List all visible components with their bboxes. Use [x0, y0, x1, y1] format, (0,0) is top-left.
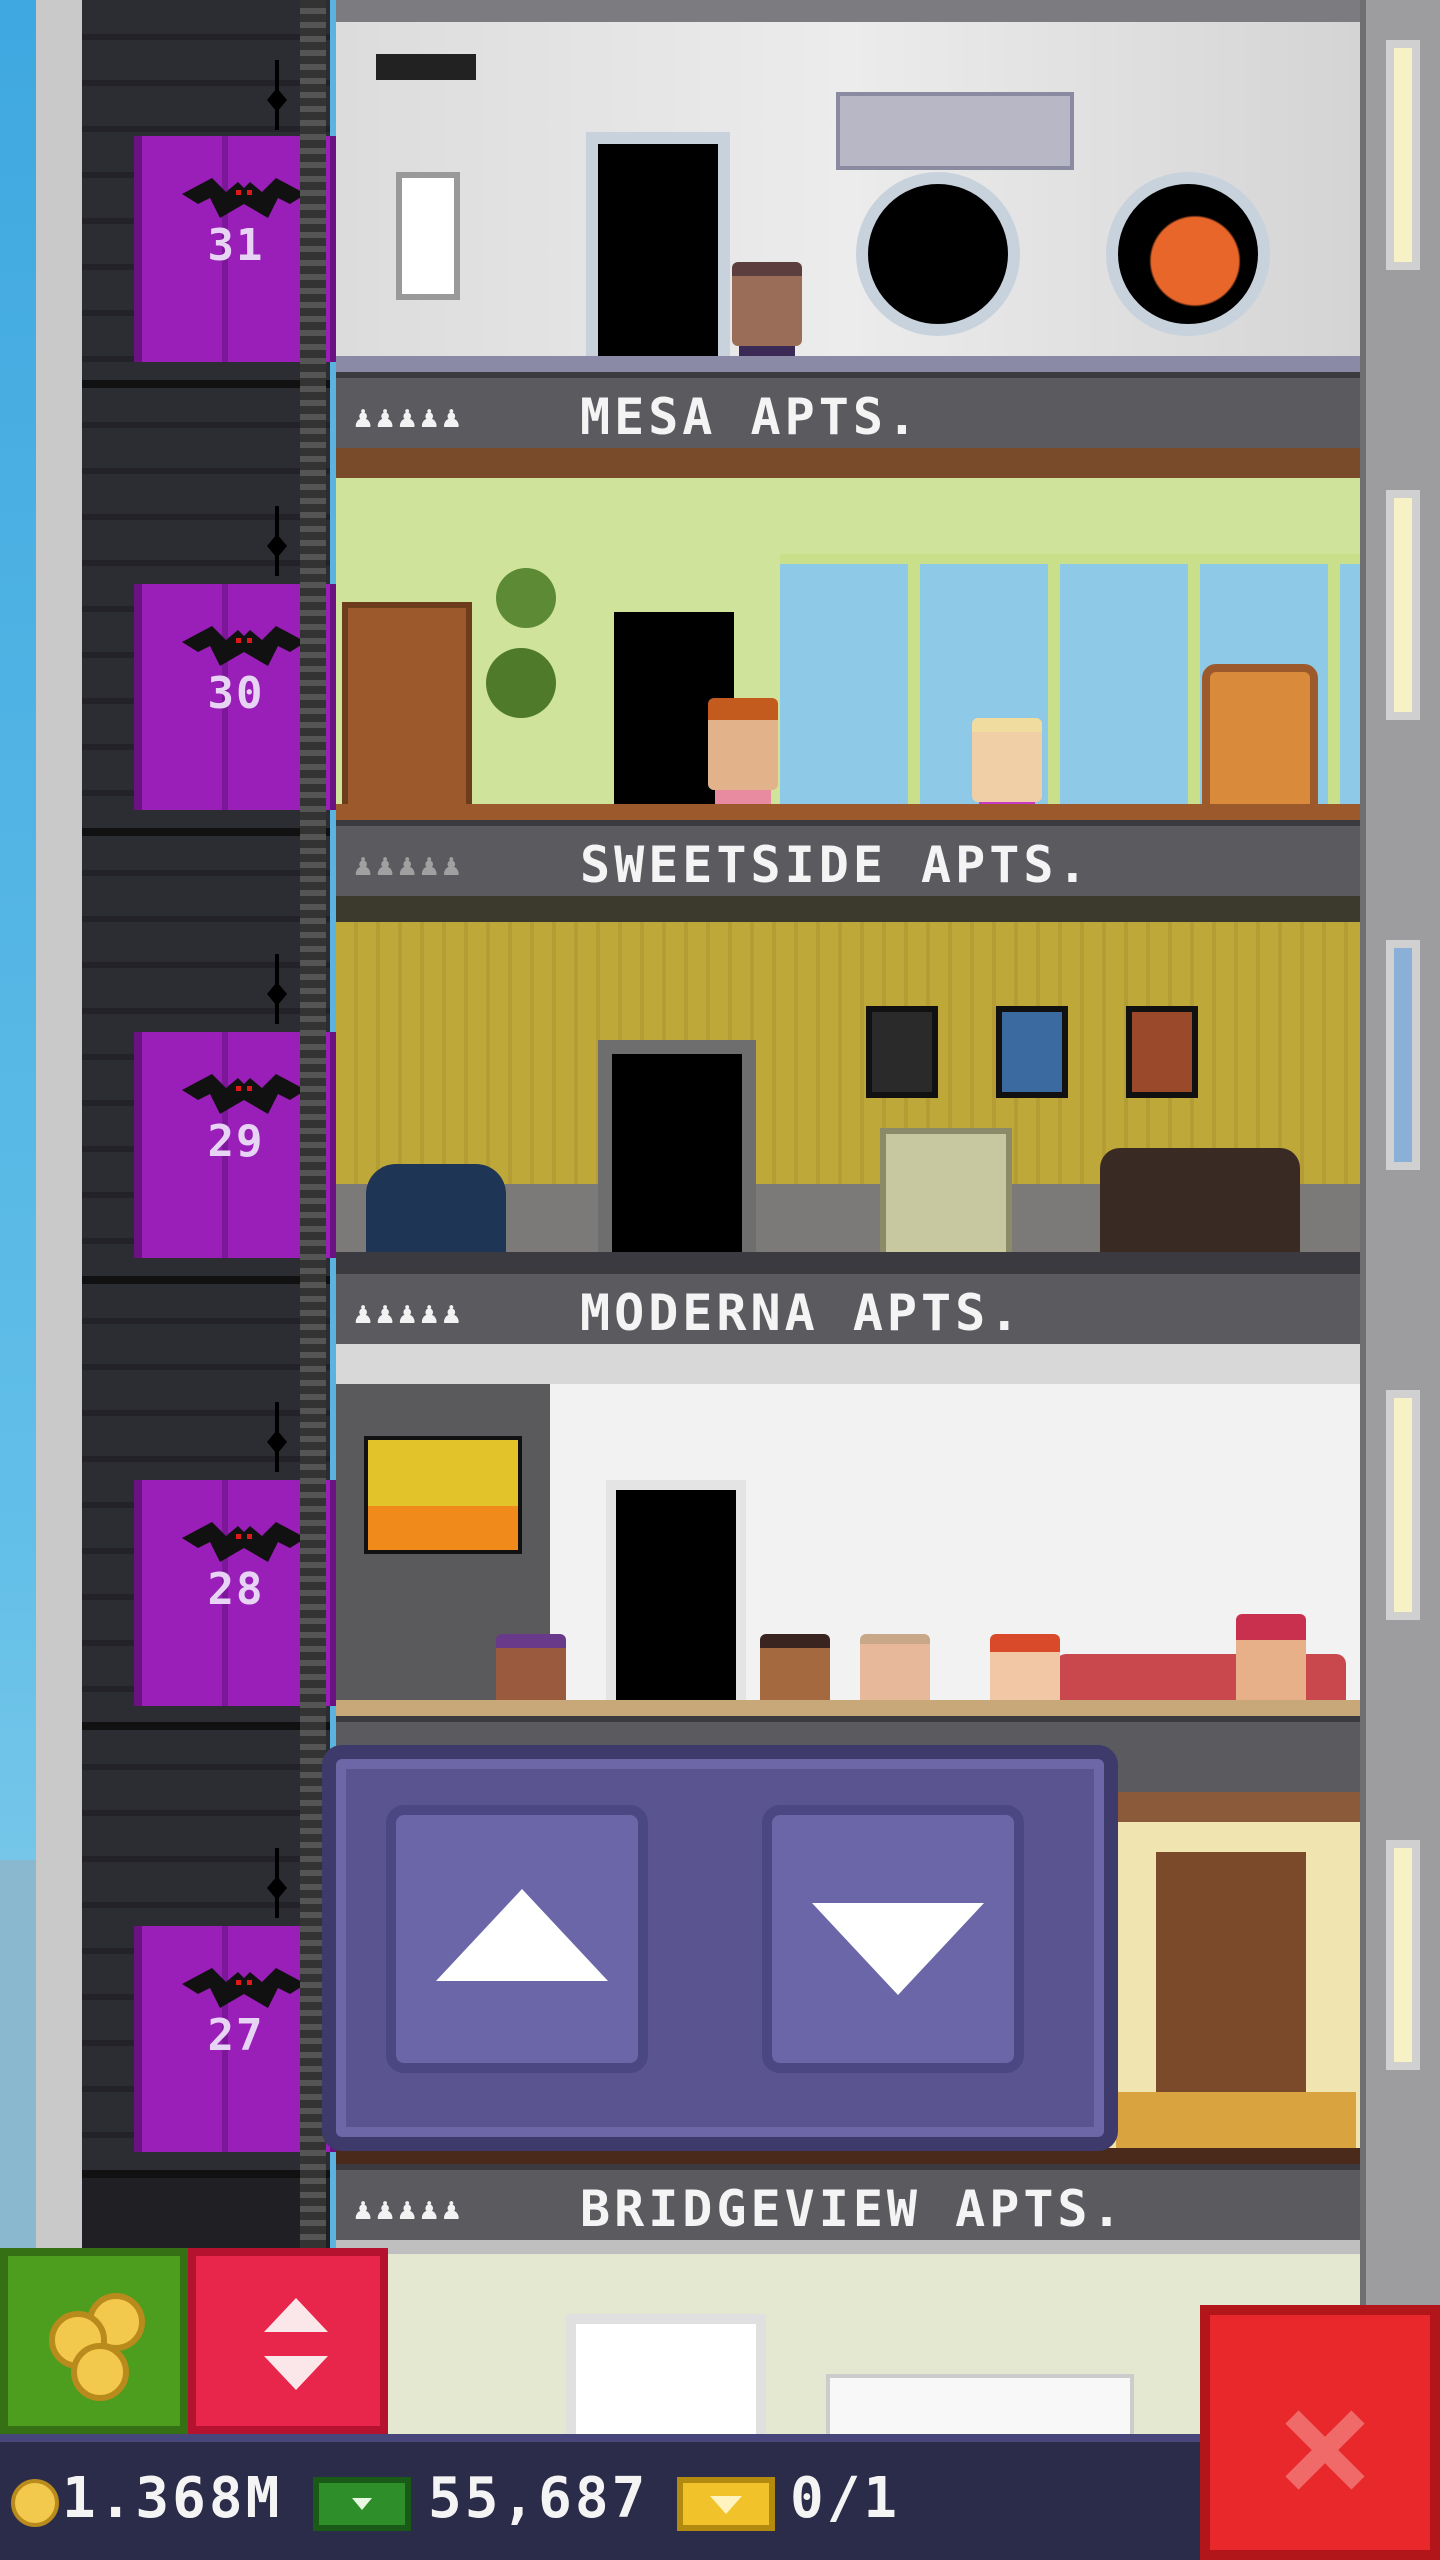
- elevator-updown-icon: [264, 2298, 328, 2390]
- bat-icon: [182, 1074, 306, 1114]
- floor-nameplate: ♟♟♟♟♟ BRIDGEVIEW APTS.: [336, 2164, 1360, 2240]
- floor-name: MODERNA APTS.: [580, 1284, 1024, 1342]
- up-arrow-icon: [436, 1889, 608, 1981]
- coins-count: 1.368M: [62, 2466, 283, 2531]
- bat-icon: [182, 1522, 306, 1562]
- abstract-art: [364, 1436, 522, 1554]
- shaft-cell: 28: [82, 1284, 338, 1732]
- room-interior: [336, 1344, 1360, 1778]
- elevator-control-panel: [322, 1745, 1118, 2151]
- elevator-mode-button[interactable]: [188, 2248, 388, 2434]
- hook-icon: [267, 954, 287, 1024]
- floor-nameplate: ♟♟♟♟♟ SWEETSIDE APTS.: [336, 820, 1360, 896]
- floor-name: MESA APTS.: [580, 388, 922, 446]
- room-interior: [336, 0, 1360, 406]
- floor-name: SWEETSIDE APTS.: [580, 836, 1092, 894]
- tower-window: [1386, 1840, 1420, 2070]
- shaft-cell: 27: [82, 1730, 338, 2178]
- floor-28[interactable]: [336, 1344, 1360, 1792]
- monitor-panel: [836, 92, 1074, 170]
- coins-button[interactable]: [0, 2248, 188, 2434]
- floor-31[interactable]: ♟♟♟♟♟ MESA APTS.: [336, 0, 1360, 448]
- floor-base: [336, 1700, 1360, 1716]
- elevator-shaft: 31 30 29 28 27: [82, 0, 338, 2450]
- shaft-divider: [82, 828, 330, 836]
- hook-icon: [267, 506, 287, 576]
- elevator-down-button[interactable]: [762, 1805, 1024, 2073]
- room-interior: [336, 448, 1360, 858]
- hook-icon: [267, 1402, 287, 1472]
- bookshelf: [342, 602, 472, 834]
- porthole-planet: [1106, 172, 1270, 336]
- wall-frame: [1126, 1006, 1198, 1098]
- floor-30[interactable]: ♟♟♟♟♟ SWEETSIDE APTS.: [336, 448, 1360, 896]
- shaft-divider: [82, 380, 330, 388]
- tower-window: [1386, 1390, 1420, 1620]
- down-arrow-icon: [812, 1903, 984, 1995]
- shaft-divider: [82, 1276, 330, 1284]
- fireplace: [566, 2314, 766, 2440]
- coin-icon: [11, 2479, 59, 2527]
- shaft-divider: [82, 2170, 330, 2178]
- room-interior: [336, 896, 1360, 1308]
- occupancy-icons: ♟♟♟♟♟: [354, 2192, 465, 2227]
- bat-icon: [182, 626, 306, 666]
- hanging-plant: [496, 568, 556, 628]
- tower-window: [1386, 490, 1420, 720]
- floor-base: [336, 1252, 1360, 1268]
- currency-status-bar: 1.368M 55,687 0/1: [0, 2434, 1200, 2560]
- wall-frame: [996, 1006, 1068, 1098]
- floor-base: [336, 356, 1360, 372]
- counter: [826, 2374, 1134, 2440]
- occupancy-icons: ♟♟♟♟♟: [354, 1296, 465, 1331]
- bux-icon: [313, 2477, 411, 2531]
- floor-base: [336, 804, 1360, 820]
- occupancy-icons: ♟♟♟♟♟: [354, 848, 465, 883]
- shaft-cell: 29: [82, 836, 338, 1284]
- floor-nameplate: ♟♟♟♟♟ MODERNA APTS.: [336, 1268, 1360, 1344]
- wall-frame: [866, 1006, 938, 1098]
- close-icon: [1285, 2410, 1365, 2490]
- floor-nameplate: ♟♟♟♟♟ MESA APTS.: [336, 372, 1360, 448]
- tower-window: [1386, 940, 1420, 1170]
- bat-icon: [182, 178, 306, 218]
- shaft-cell: 30: [82, 388, 338, 836]
- floor-29[interactable]: ♟♟♟♟♟ MODERNA APTS.: [336, 896, 1360, 1344]
- tower-left-wall: [36, 0, 88, 2560]
- porthole-stars: [856, 172, 1020, 336]
- floor-name: BRIDGEVIEW APTS.: [580, 2180, 1126, 2238]
- ticket-icon: [677, 2477, 775, 2531]
- elevator-up-button[interactable]: [386, 1805, 648, 2073]
- coins-icon: [49, 2293, 145, 2401]
- tower-window: [1386, 40, 1420, 270]
- plant: [486, 648, 556, 718]
- tickets-count: 0/1: [790, 2466, 901, 2531]
- close-button[interactable]: [1200, 2305, 1440, 2560]
- bux-count: 55,687: [428, 2466, 649, 2531]
- occupancy-icons: ♟♟♟♟♟: [354, 400, 465, 435]
- control-panel: [396, 172, 460, 300]
- bat-icon: [182, 1968, 306, 2008]
- hook-icon: [267, 60, 287, 130]
- shaft-divider: [82, 1722, 330, 1730]
- vent: [376, 54, 476, 80]
- hook-icon: [267, 1848, 287, 1918]
